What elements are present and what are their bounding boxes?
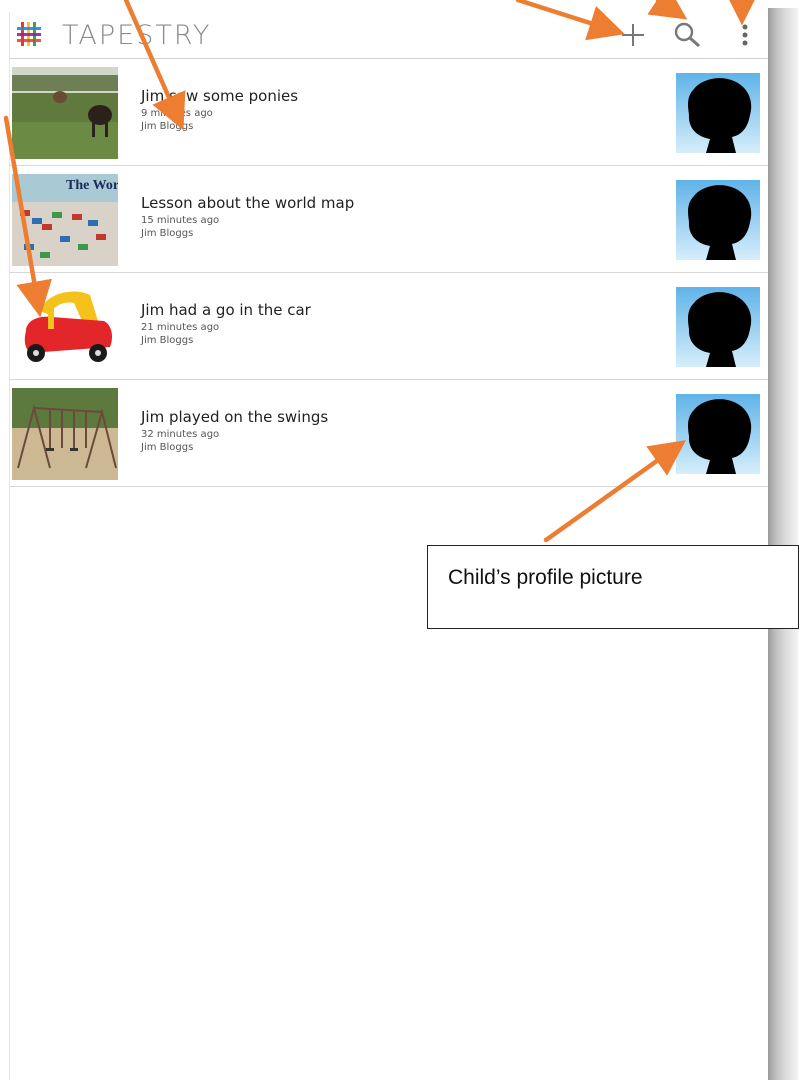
search-icon[interactable] <box>672 20 702 50</box>
observation-author: Jim Bloggs <box>141 121 194 132</box>
observation-time: 9 minutes ago <box>141 108 213 119</box>
observation-title: Lesson about the world map <box>141 194 355 212</box>
observation-item[interactable]: Jim played on the swings 32 minutes ago … <box>10 380 768 487</box>
callout-label: Child’s profile picture <box>448 566 643 589</box>
observation-item[interactable]: The World Lesson about the world map 15 … <box>10 166 768 273</box>
child-avatar-icon <box>676 287 760 367</box>
profile-picture-callout: Child’s profile picture <box>427 545 799 629</box>
action-bar: TAPESTRY <box>10 12 768 59</box>
observation-author: Jim Bloggs <box>141 335 194 346</box>
child-avatar-icon <box>676 394 760 474</box>
tapestry-logo-icon <box>17 22 41 46</box>
overflow-menu-icon[interactable] <box>730 20 760 50</box>
swings-photo <box>12 388 118 480</box>
screen-shadow <box>768 8 798 1080</box>
observation-time: 32 minutes ago <box>141 429 220 440</box>
app-title: TAPESTRY <box>62 20 212 51</box>
observation-item[interactable]: Jim had a go in the car 21 minutes ago J… <box>10 273 768 380</box>
toy-car-photo <box>12 281 118 373</box>
arrow-to-search <box>647 0 688 20</box>
observation-item[interactable]: Jim saw some ponies 9 minutes ago Jim Bl… <box>10 59 768 166</box>
child-avatar-icon <box>676 180 760 260</box>
child-avatar-icon <box>676 73 760 153</box>
observation-time: 21 minutes ago <box>141 322 220 333</box>
observation-author: Jim Bloggs <box>141 228 194 239</box>
observation-title: Jim had a go in the car <box>141 301 311 319</box>
world-map-caption: The World <box>66 178 118 193</box>
observation-title: Jim saw some ponies <box>141 87 299 105</box>
ponies-photo <box>12 67 118 159</box>
observation-author: Jim Bloggs <box>141 442 194 453</box>
observation-feed: Jim saw some ponies 9 minutes ago Jim Bl… <box>10 59 768 487</box>
observation-time: 15 minutes ago <box>141 215 220 226</box>
observation-title: Jim played on the swings <box>141 408 329 426</box>
world-map-photo: The World <box>12 174 118 266</box>
plus-icon[interactable] <box>618 20 648 50</box>
